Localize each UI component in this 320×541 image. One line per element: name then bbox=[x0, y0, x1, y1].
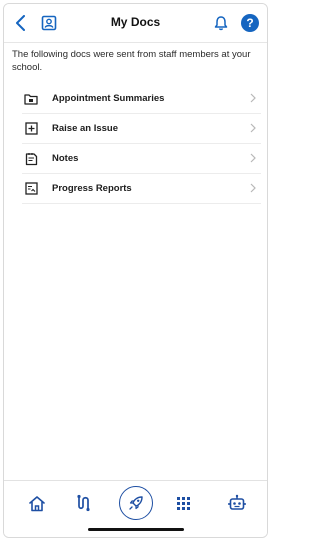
help-glyph: ? bbox=[241, 14, 259, 32]
chevron-right-icon bbox=[250, 183, 256, 193]
docs-list: Appointment Summaries Raise an Issue Not… bbox=[22, 84, 261, 204]
robot-icon[interactable] bbox=[226, 492, 248, 514]
intro-text: The following docs were sent from staff … bbox=[12, 49, 251, 73]
help-icon[interactable]: ? bbox=[240, 13, 260, 33]
chevron-right-icon bbox=[250, 153, 256, 163]
bottom-nav bbox=[4, 480, 267, 537]
report-icon bbox=[24, 182, 38, 196]
list-item-progress-reports[interactable]: Progress Reports bbox=[22, 174, 261, 204]
list-item-raise-an-issue[interactable]: Raise an Issue bbox=[22, 114, 261, 144]
list-item-notes[interactable]: Notes bbox=[22, 144, 261, 174]
list-item-label: Progress Reports bbox=[52, 183, 132, 194]
chevron-right-icon bbox=[250, 123, 256, 133]
apps-grid-icon[interactable] bbox=[172, 492, 194, 514]
bell-icon[interactable] bbox=[211, 13, 231, 33]
top-bar: My Docs ? bbox=[4, 4, 267, 43]
folder-icon bbox=[24, 92, 38, 106]
app-frame: My Docs ? The following docs were sent f… bbox=[3, 3, 268, 538]
chevron-right-icon bbox=[250, 93, 256, 103]
list-item-appointment-summaries[interactable]: Appointment Summaries bbox=[22, 84, 261, 114]
list-item-label: Raise an Issue bbox=[52, 123, 119, 134]
list-item-label: Notes bbox=[52, 153, 79, 164]
list-item-label: Appointment Summaries bbox=[52, 93, 165, 104]
note-icon bbox=[24, 152, 38, 166]
route-icon[interactable] bbox=[73, 492, 95, 514]
home-indicator[interactable] bbox=[87, 528, 184, 531]
rocket-icon[interactable] bbox=[118, 486, 153, 520]
plus-box-icon bbox=[24, 122, 38, 136]
home-icon[interactable] bbox=[26, 492, 48, 514]
